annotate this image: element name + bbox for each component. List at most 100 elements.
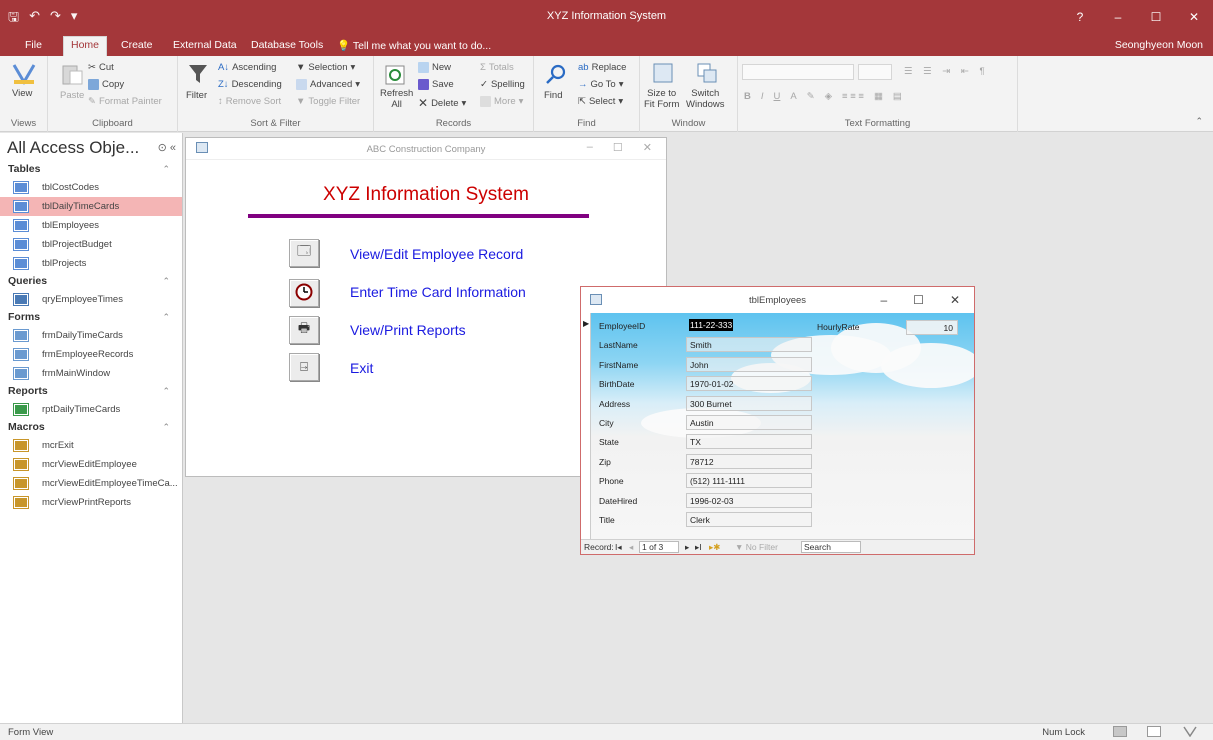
last-record-icon[interactable]: ▸I: [695, 542, 702, 553]
tab-external-data[interactable]: External Data: [166, 37, 244, 53]
collapse-section-icon[interactable]: ⌃: [162, 309, 170, 326]
save-record-button[interactable]: Save: [418, 79, 454, 90]
enter-time-card-button[interactable]: [289, 279, 319, 307]
first-record-icon[interactable]: I◂: [615, 542, 622, 553]
nav-item-rptdailytimecards[interactable]: rptDailyTimeCards: [0, 400, 182, 419]
align-icons[interactable]: ≡ ≡ ≡: [842, 91, 864, 102]
select-button[interactable]: ⇱ Select ▾: [578, 96, 623, 107]
view-button[interactable]: View: [12, 88, 32, 99]
filter-button[interactable]: Filter: [186, 90, 207, 101]
fill-color-icon[interactable]: ◈: [825, 91, 832, 102]
more-button[interactable]: More ▾: [480, 96, 523, 107]
address-field[interactable]: 300 Burnet: [686, 395, 812, 411]
nav-item-tblprojects[interactable]: tblProjects: [0, 254, 182, 273]
font-color-button[interactable]: A: [790, 91, 796, 102]
phone-field[interactable]: (512) 111-1111: [686, 473, 812, 489]
view-print-reports-button[interactable]: 🖶: [289, 316, 319, 344]
nav-title[interactable]: All Access Obje...: [7, 138, 139, 158]
minimize-icon[interactable]: –: [880, 293, 887, 307]
tab-file[interactable]: File: [18, 37, 49, 53]
font-name-dropdown[interactable]: [742, 64, 854, 80]
nav-section-reports[interactable]: Reports ⌃: [0, 383, 182, 400]
nav-menu-icon[interactable]: ⊙: [158, 142, 167, 154]
close-icon[interactable]: ✕: [643, 141, 652, 154]
city-field[interactable]: Austin: [686, 415, 812, 430]
datasheet-view-icon[interactable]: [1147, 726, 1161, 737]
collapse-section-icon[interactable]: ⌃: [162, 419, 170, 436]
descending-button[interactable]: Z↓ Descending: [218, 79, 282, 90]
nav-section-tables[interactable]: Tables ⌃: [0, 161, 182, 178]
help-button[interactable]: ?: [1061, 0, 1099, 34]
hourly-rate-field[interactable]: 10: [906, 320, 958, 335]
alt-row-color-icon[interactable]: ▤: [893, 91, 902, 102]
copy-button[interactable]: Copy: [88, 79, 124, 90]
remove-sort-button[interactable]: ↕ Remove Sort: [218, 96, 281, 107]
nav-item-tblprojectbudget[interactable]: tblProjectBudget: [0, 235, 182, 254]
ascending-button[interactable]: A↓ Ascending: [218, 62, 276, 73]
view-edit-employee-button[interactable]: 🗔: [289, 239, 319, 267]
gridlines-icon[interactable]: ▦: [874, 91, 883, 102]
next-record-icon[interactable]: ▸: [685, 542, 689, 553]
nav-item-mcrexit[interactable]: mcrExit: [0, 436, 182, 455]
spelling-button[interactable]: ✓ Spelling: [480, 79, 525, 90]
tell-me-box[interactable]: 💡 Tell me what you want to do...: [330, 37, 498, 54]
collapse-section-icon[interactable]: ⌃: [162, 161, 170, 178]
tab-database-tools[interactable]: Database Tools: [244, 37, 330, 53]
paste-button[interactable]: Paste: [60, 90, 84, 101]
collapse-section-icon[interactable]: ⌃: [162, 383, 170, 400]
nav-item-mcrviewprintreports[interactable]: mcrViewPrintReports: [0, 493, 182, 512]
nav-section-forms[interactable]: Forms ⌃: [0, 309, 182, 326]
selection-button[interactable]: ▼ Selection ▾: [296, 62, 355, 73]
tab-home[interactable]: Home: [63, 36, 108, 56]
maximize-icon[interactable]: ☐: [613, 141, 623, 154]
nav-item-tblemployees[interactable]: tblEmployees: [0, 216, 182, 235]
lastname-field[interactable]: Smith: [686, 337, 812, 353]
nav-item-frmmainwindow[interactable]: frmMainWindow: [0, 364, 182, 383]
search-box[interactable]: Search: [801, 541, 861, 553]
minimize-icon[interactable]: –: [587, 141, 593, 154]
zip-field[interactable]: 78712: [686, 453, 812, 469]
switch-windows-button[interactable]: Switch Windows: [686, 88, 725, 110]
user-name[interactable]: Seonghyeon Moon: [1115, 39, 1203, 51]
maximize-button[interactable]: ☐: [1137, 0, 1175, 34]
advanced-button[interactable]: Advanced ▾: [296, 79, 360, 90]
no-filter-button[interactable]: ▼ No Filter: [735, 542, 778, 552]
delete-record-button[interactable]: ✕ Delete ▾: [418, 96, 466, 110]
close-button[interactable]: ✕: [1175, 0, 1213, 34]
totals-button[interactable]: Σ Totals: [480, 62, 514, 73]
bold-button[interactable]: B: [744, 91, 751, 102]
employeeid-field[interactable]: 111-22-333: [686, 318, 735, 333]
title-field[interactable]: Clerk: [686, 512, 812, 527]
maximize-icon[interactable]: ☐: [913, 293, 924, 307]
nav-item-frmdailytimecards[interactable]: frmDailyTimeCards: [0, 326, 182, 345]
nav-item-mcrvieweditemployee[interactable]: mcrViewEditEmployee: [0, 455, 182, 474]
collapse-ribbon-icon[interactable]: ⌃: [1195, 116, 1203, 127]
refresh-all-button[interactable]: Refresh All: [380, 88, 413, 110]
goto-button[interactable]: → Go To ▾: [578, 79, 623, 90]
replace-button[interactable]: ab Replace: [578, 62, 626, 73]
nav-item-mcrvieweditemployeetimeca-[interactable]: mcrViewEditEmployeeTimeCa...: [0, 474, 182, 493]
find-button[interactable]: Find: [544, 90, 562, 101]
nav-section-queries[interactable]: Queries ⌃: [0, 273, 182, 290]
tab-create[interactable]: Create: [114, 37, 160, 53]
shutter-bar-icon[interactable]: «: [170, 142, 176, 154]
minimize-button[interactable]: –: [1099, 0, 1137, 34]
form-view-icon[interactable]: [1113, 726, 1127, 737]
datehired-field[interactable]: 1996-02-03: [686, 492, 812, 508]
close-icon[interactable]: ✕: [950, 293, 960, 307]
list-format-icons[interactable]: ☰ ☰ ⇥ ⇤ ¶: [904, 66, 989, 77]
nav-item-tbldailytimecards[interactable]: tblDailyTimeCards: [0, 197, 182, 216]
highlight-icon[interactable]: ✎: [807, 91, 815, 102]
firstname-field[interactable]: John: [686, 356, 812, 372]
toggle-filter-button[interactable]: ▼ Toggle Filter: [296, 96, 360, 107]
exit-button[interactable]: ⍈: [289, 353, 319, 381]
collapse-section-icon[interactable]: ⌃: [162, 273, 170, 290]
record-selector[interactable]: ▶: [581, 313, 591, 539]
format-painter-button[interactable]: ✎ Format Painter: [88, 96, 162, 107]
state-field[interactable]: TX: [686, 434, 812, 450]
size-to-fit-form-button[interactable]: Size to Fit Form: [644, 88, 679, 110]
new-record-button[interactable]: New: [418, 62, 451, 73]
new-record-nav-icon[interactable]: ▸✱: [709, 542, 720, 553]
italic-button[interactable]: I: [761, 91, 764, 102]
current-record-field[interactable]: 1 of 3: [639, 541, 679, 553]
